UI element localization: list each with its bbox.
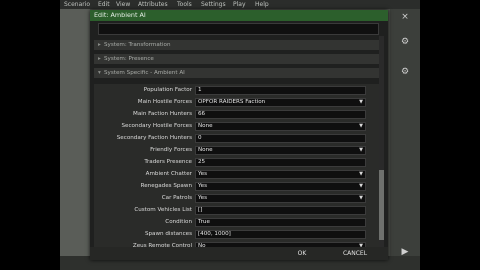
menu-view[interactable]: View <box>116 0 130 9</box>
asset-browser-panel <box>60 9 90 270</box>
menu-play[interactable]: Play <box>233 0 246 9</box>
right-toolbar-panel: × ⚙ ⚙ ▶ <box>390 9 420 270</box>
name-field[interactable] <box>98 23 379 35</box>
field-label: Custom Vehicles List <box>134 207 192 213</box>
menu-scenario[interactable]: Scenario <box>64 0 90 9</box>
field-label: Spawn distances <box>144 231 192 237</box>
field-row: Spawn distances [400, 1000] <box>94 229 379 239</box>
custom-vehicles-list-input[interactable]: [] <box>195 206 366 215</box>
section-label: System: Transformation <box>104 42 171 48</box>
section-label: System Specific - Ambient AI <box>104 70 185 76</box>
field-row: Condition True <box>94 217 379 227</box>
field-row: Main Faction Hunters 66 <box>94 109 379 119</box>
properties-list: Population Factor 1 Main Hostile Forces … <box>94 84 379 256</box>
field-row: Renegades Spawn Yes ▼ <box>94 181 379 191</box>
field-label: Main Faction Hunters <box>133 111 192 117</box>
section-label: System: Presence <box>104 56 154 62</box>
close-icon[interactable]: × <box>400 12 410 22</box>
condition-input[interactable]: True <box>195 218 366 227</box>
field-row: Custom Vehicles List [] <box>94 205 379 215</box>
renegades-spawn-select[interactable]: Yes ▼ <box>195 182 366 191</box>
scrollbar-thumb[interactable] <box>379 170 384 240</box>
gear-icon[interactable]: ⚙ <box>400 37 410 47</box>
menu-settings[interactable]: Settings <box>201 0 226 9</box>
car-patrols-select[interactable]: Yes ▼ <box>195 194 366 203</box>
chevron-down-icon: ▼ <box>359 147 363 153</box>
field-row: Secondary Hostile Forces None ▼ <box>94 121 379 131</box>
field-label: Condition <box>165 219 192 225</box>
menu-tools[interactable]: Tools <box>177 0 192 9</box>
field-label: Renegades Spawn <box>140 183 192 189</box>
field-row: Secondary Faction Hunters 0 <box>94 133 379 143</box>
field-row: Population Factor 1 <box>94 85 379 95</box>
secondary-hostile-forces-select[interactable]: None ▼ <box>195 122 366 131</box>
chevron-down-icon: ▼ <box>359 195 363 201</box>
section-ambient-ai[interactable]: ▾ System Specific - Ambient AI <box>94 68 379 78</box>
field-label: Traders Presence <box>144 159 192 165</box>
chevron-down-icon: ▼ <box>359 99 363 105</box>
edit-ambient-ai-dialog: Edit: Ambient AI ▸ System: Transformation… <box>90 10 388 260</box>
field-row: Friendly Forces None ▼ <box>94 145 379 155</box>
field-label: Car Patrols <box>161 195 192 201</box>
field-label: Secondary Faction Hunters <box>116 135 192 141</box>
field-label: Ambient Chatter <box>145 171 192 177</box>
chevron-down-icon: ▼ <box>359 171 363 177</box>
menu-bar: Scenario Edit View Attributes Tools Sett… <box>60 0 420 9</box>
field-row: Ambient Chatter Yes ▼ <box>94 169 379 179</box>
field-label: Friendly Forces <box>150 147 192 153</box>
field-row: Traders Presence 25 <box>94 157 379 167</box>
ok-button[interactable]: OK <box>288 247 316 260</box>
gear-icon[interactable]: ⚙ <box>400 67 410 77</box>
field-label: Main Hostile Forces <box>137 99 192 105</box>
friendly-forces-select[interactable]: None ▼ <box>195 146 366 155</box>
main-hostile-forces-select[interactable]: OPFOR RAIDERS Faction ▼ <box>195 98 366 107</box>
secondary-faction-hunters-input[interactable]: 0 <box>195 134 366 143</box>
menu-edit[interactable]: Edit <box>98 0 110 9</box>
field-row: Car Patrols Yes ▼ <box>94 193 379 203</box>
traders-presence-input[interactable]: 25 <box>195 158 366 167</box>
chevron-down-icon: ▼ <box>359 183 363 189</box>
ambient-chatter-select[interactable]: Yes ▼ <box>195 170 366 179</box>
section-presence[interactable]: ▸ System: Presence <box>94 54 379 64</box>
dialog-button-bar: OK CANCEL <box>90 247 388 260</box>
dialog-title[interactable]: Edit: Ambient AI <box>90 10 388 21</box>
main-faction-hunters-input[interactable]: 66 <box>195 110 366 119</box>
field-label: Secondary Hostile Forces <box>121 123 192 129</box>
chevron-down-icon: ▼ <box>359 123 363 129</box>
spawn-distances-input[interactable]: [400, 1000] <box>195 230 366 239</box>
cancel-button[interactable]: CANCEL <box>334 247 376 260</box>
section-transformation[interactable]: ▸ System: Transformation <box>94 40 379 50</box>
field-row: Main Hostile Forces OPFOR RAIDERS Factio… <box>94 97 379 107</box>
menu-attributes[interactable]: Attributes <box>138 0 168 9</box>
field-label: Population Factor <box>143 87 192 93</box>
menu-help[interactable]: Help <box>255 0 269 9</box>
population-factor-input[interactable]: 1 <box>195 86 366 95</box>
